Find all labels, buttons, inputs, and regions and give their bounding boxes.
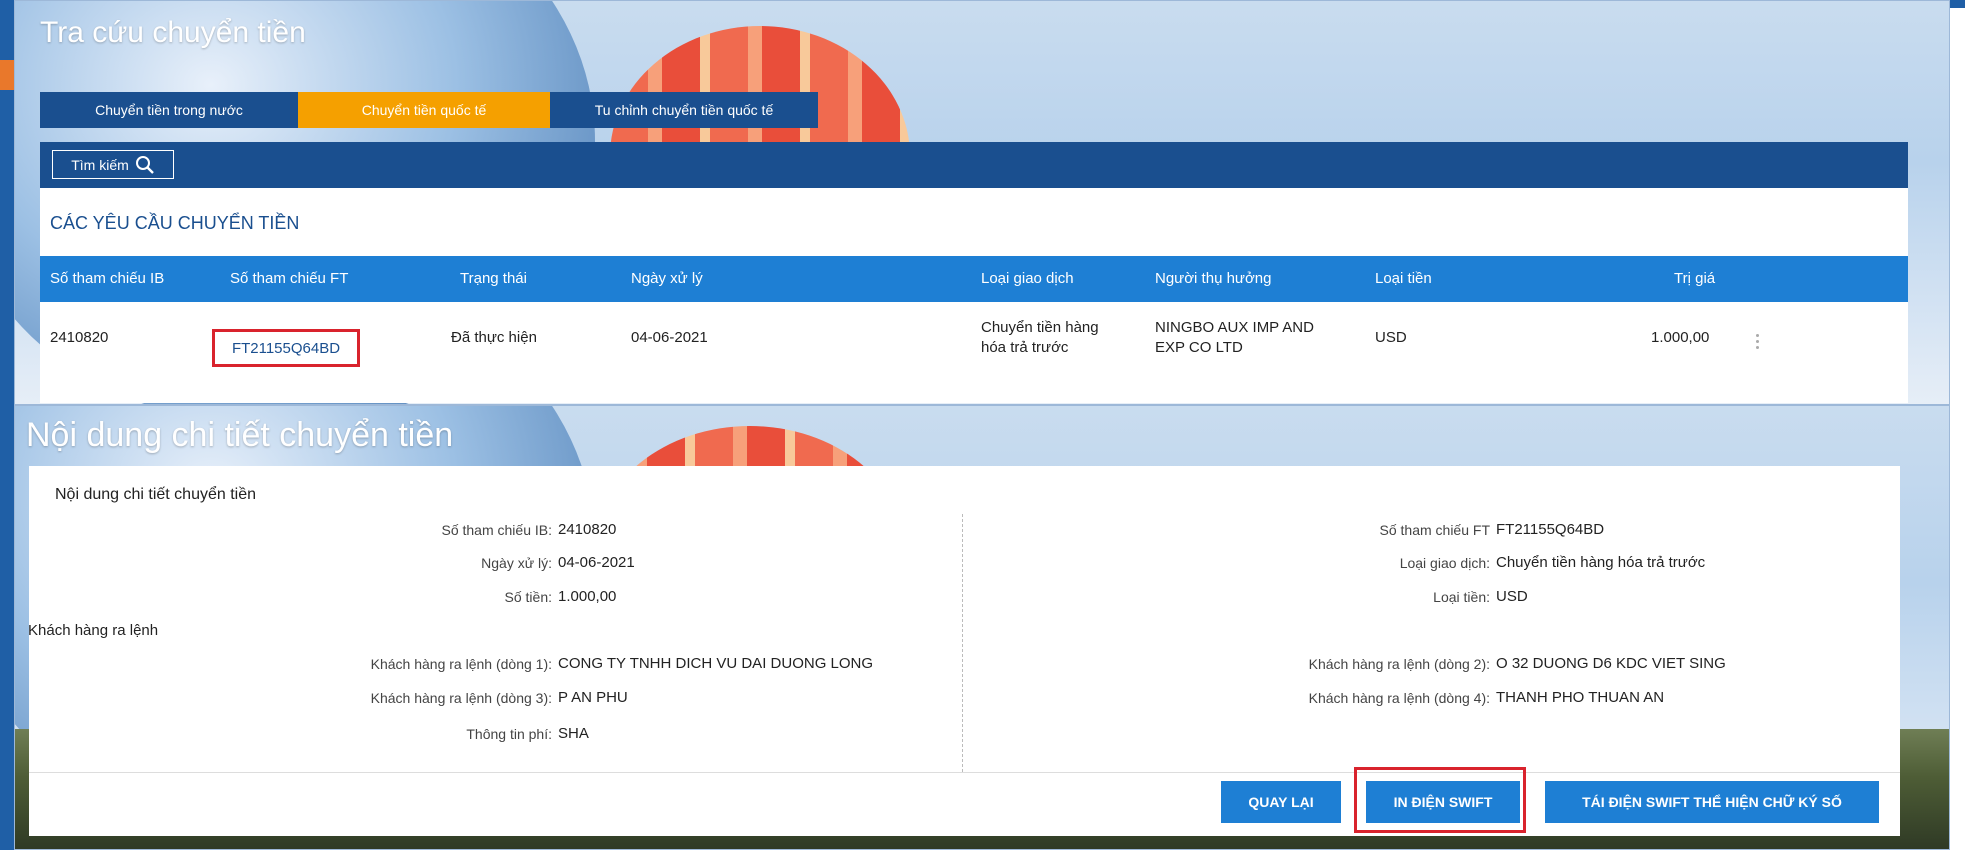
field-value: THANH PHO THUAN AN xyxy=(1496,689,1665,706)
footer-divider xyxy=(29,772,1900,773)
cell-beneficiary-line1: NINGBO AUX IMP AND xyxy=(1155,319,1314,336)
cell-currency: USD xyxy=(1375,329,1407,346)
column-header: Loại giao dịch xyxy=(981,270,1074,287)
field-value: 04-06-2021 xyxy=(558,554,635,571)
detail-page-title: Nội dung chi tiết chuyển tiền xyxy=(26,416,454,454)
field-label: Số tham chiếu IB: xyxy=(441,522,552,538)
highlight-outline xyxy=(1354,767,1526,833)
ft-reference-link[interactable]: FT21155Q64BD xyxy=(212,329,360,367)
detail-heading: Nội dung chi tiết chuyển tiền xyxy=(55,486,257,503)
cell-ib-ref: 2410820 xyxy=(50,329,109,346)
search-icon xyxy=(135,155,154,174)
tab-domestic-transfer[interactable]: Chuyển tiền trong nước xyxy=(40,92,298,128)
cell-date: 04-06-2021 xyxy=(631,329,708,346)
left-accent-strip xyxy=(0,0,14,850)
column-header: Người thụ hưởng xyxy=(1155,270,1272,287)
search-button[interactable]: Tìm kiếm xyxy=(52,150,174,179)
field-label: Loại giao dịch: xyxy=(1399,555,1490,571)
field-value: FT21155Q64BD xyxy=(1496,521,1605,538)
field-label: Số tiền: xyxy=(504,589,552,605)
tab-international-transfer[interactable]: Chuyển tiền quốc tế xyxy=(298,92,550,128)
field-value: USD xyxy=(1496,588,1528,605)
column-header: Trạng thái xyxy=(460,270,527,287)
field-label: Khách hàng ra lệnh (dòng 1): xyxy=(370,656,552,672)
column-divider xyxy=(962,514,963,772)
field-value: 2410820 xyxy=(558,521,617,538)
transfer-list: CÁC YÊU CẦU CHUYỂN TIỀN Số tham chiếu IB… xyxy=(40,188,1908,403)
cell-type-line2: hóa trả trước xyxy=(981,339,1069,356)
cell-type-line1: Chuyển tiền hàng xyxy=(981,319,1099,336)
field-value: SHA xyxy=(558,725,589,742)
resend-swift-signed-button[interactable]: TÁI ĐIỆN SWIFT THỂ HIỆN CHỮ KÝ SỐ xyxy=(1545,781,1879,823)
field-value: O 32 DUONG D6 KDC VIET SING xyxy=(1496,655,1726,672)
tab-amend-international-transfer[interactable]: Tu chỉnh chuyển tiền quốc tế xyxy=(550,92,818,128)
field-value: 1.000,00 xyxy=(558,588,617,605)
page-title: Tra cứu chuyển tiền xyxy=(40,16,306,49)
column-header: Số tham chiếu FT xyxy=(230,270,349,287)
column-header: Trị giá xyxy=(1674,270,1716,287)
table-header: Số tham chiếu IB Số tham chiếu FT Trạng … xyxy=(40,256,1908,302)
list-heading: CÁC YÊU CẦU CHUYỂN TIỀN xyxy=(50,213,300,233)
field-value: CONG TY TNHH DICH VU DAI DUONG LONG xyxy=(558,655,874,672)
column-header: Số tham chiếu IB xyxy=(50,270,165,287)
field-value: Chuyển tiền hàng hóa trả trước xyxy=(1496,554,1706,571)
field-label: Thông tin phí: xyxy=(466,726,552,742)
field-label: Số tham chiếu FT xyxy=(1379,522,1491,538)
field-label: Loại tiền: xyxy=(1433,589,1490,605)
row-menu-icon[interactable] xyxy=(1750,331,1764,355)
group-label-ordering-customer: Khách hàng ra lệnh xyxy=(28,622,159,639)
cell-beneficiary-line2: EXP CO LTD xyxy=(1155,339,1243,356)
back-button[interactable]: QUAY LẠI xyxy=(1221,781,1341,823)
field-label: Khách hàng ra lệnh (dòng 3): xyxy=(370,690,552,706)
field-label: Khách hàng ra lệnh (dòng 4): xyxy=(1308,690,1490,706)
field-label: Ngày xử lý: xyxy=(481,555,552,571)
search-button-label: Tìm kiếm xyxy=(71,156,129,173)
field-value: P AN PHU xyxy=(558,689,628,706)
cell-amount: 1.000,00 xyxy=(1651,329,1710,346)
cell-status: Đã thực hiện xyxy=(451,329,537,346)
search-bar xyxy=(40,142,1908,188)
column-header: Ngày xử lý xyxy=(631,270,703,287)
column-header: Loại tiền xyxy=(1375,270,1432,287)
field-label: Khách hàng ra lệnh (dòng 2): xyxy=(1308,656,1490,672)
